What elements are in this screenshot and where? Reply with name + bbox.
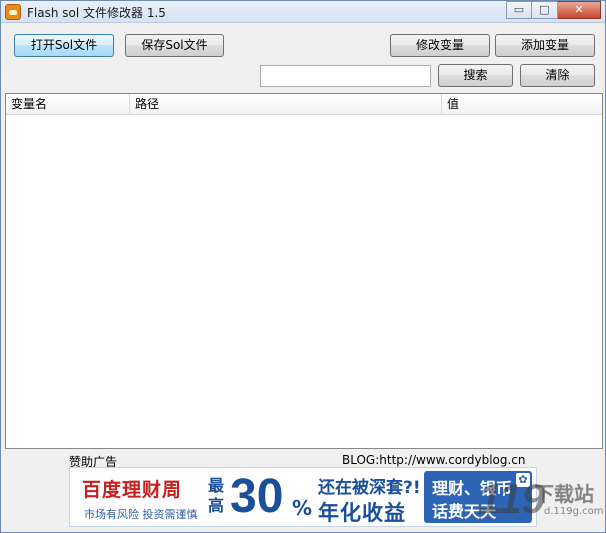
clear-button[interactable]: 清除 (520, 64, 595, 87)
variable-list[interactable]: 变量名 路径 值 (5, 93, 603, 449)
banner-question: 还在被深套?! (318, 478, 421, 498)
minimize-icon: ▭ (513, 3, 525, 16)
site-watermark: 119 下载站 d.119g.com (470, 470, 606, 532)
banner-yield: 年化收益 (318, 501, 406, 525)
blog-link[interactable]: BLOG:http://www.cordyblog.cn (342, 453, 526, 467)
watermark-title: 下载站 (534, 482, 594, 506)
banner-most: 最高 (208, 476, 225, 515)
search-button[interactable]: 搜索 (438, 64, 513, 87)
watermark-url: d.119g.com (544, 506, 604, 517)
search-input[interactable] (260, 65, 431, 87)
modify-variable-button[interactable]: 修改变量 (390, 34, 490, 57)
title-bar[interactable]: Flash sol 文件修改器 1.5 ▭ □ ✕ (1, 1, 605, 23)
maximize-button[interactable]: □ (532, 1, 558, 19)
main-window: Flash sol 文件修改器 1.5 ▭ □ ✕ 打开Sol文件 保存Sol文… (0, 0, 606, 533)
list-header: 变量名 路径 值 (6, 94, 602, 115)
column-header-name[interactable]: 变量名 (6, 94, 130, 115)
banner-brand: 百度理财周 (82, 479, 183, 501)
save-sol-button[interactable]: 保存Sol文件 (125, 34, 224, 57)
open-sol-button[interactable]: 打开Sol文件 (14, 34, 114, 57)
window-controls: ▭ □ ✕ (506, 1, 601, 20)
window-title: Flash sol 文件修改器 1.5 (27, 6, 166, 20)
ad-banner[interactable]: 百度理财周 市场有风险 投资需谨慎 最高 30 % 还在被深套?! 年化收益 理… (69, 467, 537, 527)
banner-subtitle: 市场有风险 投资需谨慎 (84, 508, 198, 521)
app-icon (5, 4, 21, 20)
banner-number: 30 (230, 470, 284, 523)
column-header-value[interactable]: 值 (442, 94, 602, 115)
close-button[interactable]: ✕ (558, 1, 601, 19)
banner-percent: % (292, 496, 313, 520)
minimize-button[interactable]: ▭ (506, 1, 532, 19)
close-icon: ✕ (574, 3, 584, 16)
add-variable-button[interactable]: 添加变量 (495, 34, 595, 57)
column-header-path[interactable]: 路径 (130, 94, 442, 115)
maximize-icon: □ (539, 3, 550, 16)
